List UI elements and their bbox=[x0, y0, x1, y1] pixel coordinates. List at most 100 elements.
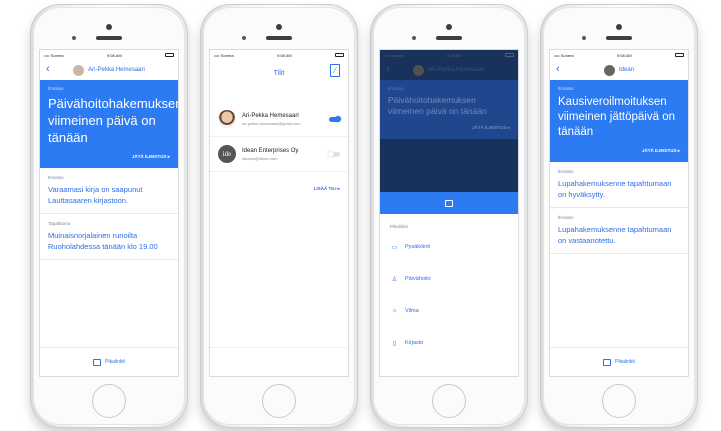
quick-links-icon bbox=[603, 358, 612, 366]
nav-bar: ‹ Ari-Pekka Hemesaari bbox=[380, 60, 518, 80]
screen: •••• Sonera 9:08 AM ‹ Ari-Pekka Hemesaar… bbox=[40, 50, 178, 376]
sensor bbox=[412, 36, 416, 40]
menu-item-label: Päivähoito bbox=[405, 276, 431, 282]
quick-links-button[interactable]: Pikalinkit bbox=[40, 347, 178, 376]
avatar bbox=[73, 64, 85, 76]
carrier: •••• Sonera bbox=[214, 52, 234, 58]
hero-card[interactable]: Ilmoitus Kausiveroilmoituksen viimeinen … bbox=[550, 80, 688, 162]
camera bbox=[616, 24, 622, 30]
page-title: Tilit bbox=[273, 69, 285, 77]
quick-links-icon bbox=[93, 358, 102, 366]
camera bbox=[446, 24, 452, 30]
clock: 9:08 AM bbox=[616, 52, 632, 58]
notification-card[interactable]: Ilmoitus Lupahakemuksenne tapahtumaan on… bbox=[550, 162, 688, 208]
nav-title[interactable]: Idean bbox=[619, 67, 634, 73]
quick-links-sheet: Pikalinkit ▭ Pysäköinti ♙ Päivähoito ☼ V… bbox=[380, 192, 518, 376]
card-text: Muinaisnorjalainen runoilta Ruoholahdess… bbox=[48, 231, 158, 251]
battery-icon bbox=[165, 53, 174, 57]
menu-item-label: Pysäköinti bbox=[405, 244, 431, 250]
phone-4: •••• Sonera 9:08 AM ‹ Idean Ilmoitus Kau… bbox=[540, 4, 698, 428]
phone-2: •••• Sonera 9:08 AM Tilit ⁄ Ari-Pekka He… bbox=[200, 4, 358, 428]
screen: •••• Sonera 9:08 AM ‹ Idean Ilmoitus Kau… bbox=[550, 50, 688, 376]
idean-logo-icon: ide bbox=[218, 145, 236, 163]
screen: •••• Sonera 9:08 AM Tilit ⁄ Ari-Pekka He… bbox=[210, 50, 348, 376]
status-bar: •••• Sonera 9:08 AM bbox=[210, 50, 348, 60]
hero-category: Ilmoitus bbox=[48, 86, 64, 91]
account-email: ideanid@idean.com bbox=[242, 155, 278, 161]
speaker bbox=[606, 36, 632, 40]
event-card[interactable]: Tapahtuma Muinaisnorjalainen runoilta Ru… bbox=[40, 214, 178, 260]
edit-icon[interactable]: ⁄ bbox=[330, 64, 340, 77]
home-button[interactable] bbox=[432, 384, 466, 418]
account-toggle[interactable] bbox=[329, 116, 341, 122]
report-button[interactable]: JÄTÄ ILMOITUS ▸ bbox=[48, 154, 170, 160]
screen: •••• Sonera 9:08 AM ‹ Ari-Pekka Hemesaar… bbox=[380, 50, 518, 376]
card-text: Lupahakemuksenne tapahtumaan on hyväksyt… bbox=[558, 179, 672, 199]
menu-item-vilma[interactable]: ☼ Vilma bbox=[380, 295, 518, 327]
menu-item-daycare[interactable]: ♙ Päivähoito bbox=[380, 263, 518, 295]
home-button[interactable] bbox=[602, 384, 636, 418]
account-toggle[interactable] bbox=[328, 151, 340, 157]
footer-label: Pikalinkit bbox=[105, 359, 125, 365]
notification-card[interactable]: Ilmoitus Lupahakemuksenne tapahtumaan on… bbox=[550, 208, 688, 254]
phone-3: •••• Sonera 9:08 AM ‹ Ari-Pekka Hemesaar… bbox=[370, 4, 528, 428]
status-bar: •••• Sonera 9:08 AM bbox=[550, 50, 688, 60]
nav-bar: ‹ Ari-Pekka Hemesaari bbox=[40, 60, 178, 80]
nav-title: Ari-Pekka Hemesaari bbox=[428, 67, 485, 73]
camera bbox=[276, 24, 282, 30]
hero-text: Päivähoitohakemuksen viimeinen päivä on … bbox=[48, 96, 178, 145]
dimmed-overlay[interactable]: •••• Sonera 9:08 AM ‹ Ari-Pekka Hemesaar… bbox=[380, 50, 518, 192]
carrier: •••• Sonera bbox=[554, 52, 574, 58]
nav-title[interactable]: Ari-Pekka Hemesaari bbox=[88, 67, 145, 73]
speaker bbox=[436, 36, 462, 40]
book-icon: ▯ bbox=[392, 340, 397, 347]
divider bbox=[210, 347, 348, 348]
carrier: •••• Sonera bbox=[384, 52, 404, 58]
back-icon[interactable]: ‹ bbox=[556, 63, 560, 75]
nav-bar: ‹ Idean bbox=[550, 60, 688, 80]
clock: 9:08 AM bbox=[446, 52, 462, 58]
card-category: Ilmoitus bbox=[558, 215, 574, 220]
card-category: Ilmoitus bbox=[558, 169, 574, 174]
report-button[interactable]: JÄTÄ ILMOITUS ▸ bbox=[558, 148, 680, 154]
clock: 9:08 AM bbox=[106, 52, 122, 58]
quick-links-button[interactable]: Pikalinkit bbox=[550, 347, 688, 376]
sensor bbox=[582, 36, 586, 40]
notification-card[interactable]: Ilmoitus Varaamasi kirja on saapunut Lau… bbox=[40, 168, 178, 214]
menu-item-label: Vilma bbox=[405, 308, 419, 314]
card-text: Varaamasi kirja on saapunut Lauttasaaren… bbox=[48, 185, 143, 205]
account-row[interactable]: ide Idean Enterprises Oy ideanid@idean.c… bbox=[210, 137, 348, 172]
footer-label: Pikalinkit bbox=[615, 359, 635, 365]
back-icon: ‹ bbox=[386, 63, 390, 75]
status-bar: •••• Sonera 9:08 AM bbox=[380, 50, 518, 60]
sensor bbox=[242, 36, 246, 40]
account-row[interactable]: Ari-Pekka Hemesaari ari-pekka.hemesaari@… bbox=[210, 102, 348, 137]
hero-text: Päivähoitohakemuksen viimeinen päivä on … bbox=[388, 95, 487, 116]
card-text: Lupahakemuksenne tapahtumaan on vastaano… bbox=[558, 225, 672, 245]
account-name: Ari-Pekka Hemesaari bbox=[242, 112, 299, 119]
back-icon[interactable]: ‹ bbox=[46, 63, 50, 75]
hero-card[interactable]: Ilmoitus Päivähoitohakemuksen viimeinen … bbox=[40, 80, 178, 168]
battery-icon bbox=[675, 53, 684, 57]
bus-icon: ▭ bbox=[391, 244, 398, 251]
hero-text: Kausiveroilmoituksen viimeinen jättöpäiv… bbox=[558, 96, 675, 138]
avatar bbox=[218, 110, 236, 128]
add-account-button[interactable]: LISÄÄ TILI ▸ bbox=[210, 172, 348, 206]
account-name: Idean Enterprises Oy bbox=[242, 147, 299, 154]
home-button[interactable] bbox=[262, 384, 296, 418]
home-button[interactable] bbox=[92, 384, 126, 418]
report-button: JÄTÄ ILMOITUS ▸ bbox=[471, 125, 510, 130]
hero-category: Ilmoitus bbox=[388, 86, 404, 91]
idean-logo-icon bbox=[603, 64, 615, 76]
clock: 9:08 AM bbox=[276, 52, 292, 58]
nav-bar: Tilit ⁄ bbox=[210, 60, 348, 86]
quick-links-icon bbox=[445, 199, 453, 207]
phone-1: •••• Sonera 9:08 AM ‹ Ari-Pekka Hemesaar… bbox=[30, 4, 188, 428]
sheet-header[interactable] bbox=[380, 192, 518, 214]
people-icon: ♙ bbox=[391, 276, 398, 283]
speaker bbox=[266, 36, 292, 40]
speaker bbox=[96, 36, 122, 40]
card-category: Ilmoitus bbox=[48, 175, 64, 180]
menu-item-parking[interactable]: ▭ Pysäköinti bbox=[380, 231, 518, 263]
menu-item-library[interactable]: ▯ Kirjasto bbox=[380, 327, 518, 359]
